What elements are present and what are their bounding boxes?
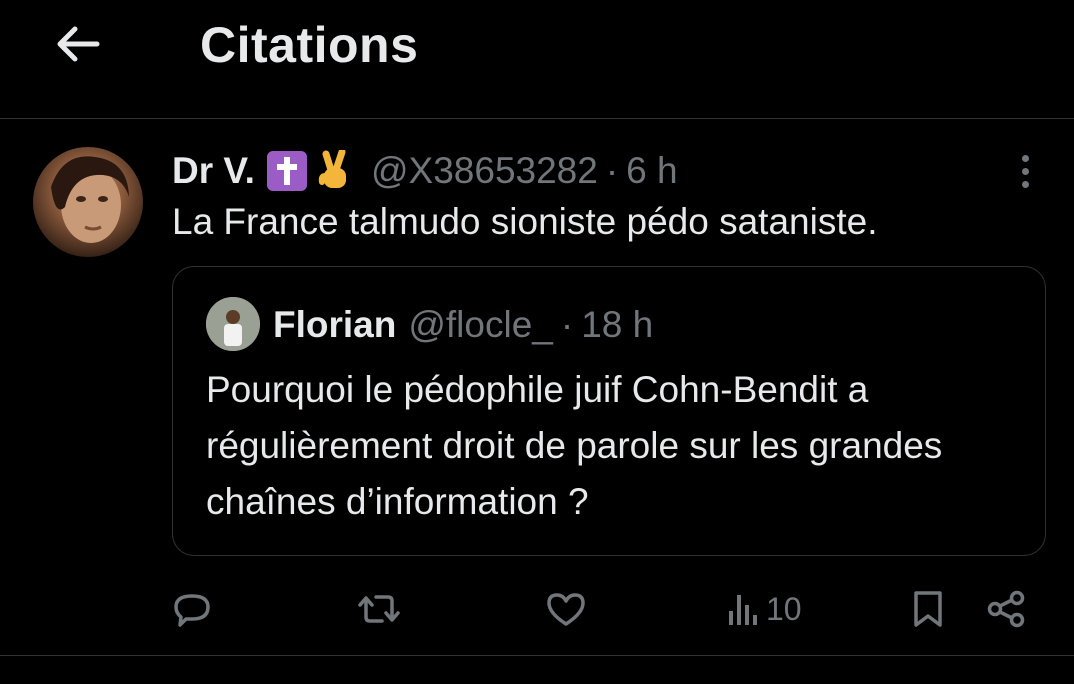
quoted-author-display-name: Florian <box>273 304 397 345</box>
separator-dot: · <box>605 150 619 191</box>
author-avatar[interactable] <box>33 147 143 257</box>
reply-button[interactable] <box>172 587 212 631</box>
quoted-author-row: Florian @flocle_ · 18 h <box>273 303 653 347</box>
avatar-image <box>51 156 129 243</box>
reply-icon <box>174 594 210 627</box>
views-icon <box>729 595 757 625</box>
share-icon <box>987 590 1025 628</box>
quoted-tweet-text: Pourquoi le pédophile juif Cohn-Bendit a… <box>206 369 943 522</box>
page-title: Citations <box>200 17 419 73</box>
latin-cross-emoji-icon <box>266 151 307 191</box>
more-vertical-icon <box>1021 154 1029 162</box>
views-button[interactable]: 10 <box>726 587 802 631</box>
bookmark-button[interactable] <box>910 587 946 631</box>
repost-button[interactable] <box>356 587 402 631</box>
tweet-timestamp[interactable]: 6 h <box>626 150 677 192</box>
arrow-left-icon <box>57 26 100 62</box>
bookmark-icon <box>914 591 942 627</box>
like-button[interactable] <box>545 587 587 631</box>
quoted-timestamp: 18 h <box>581 304 654 345</box>
view-count: 10 <box>766 590 802 627</box>
quoted-avatar-image <box>206 297 260 351</box>
share-button[interactable] <box>985 587 1027 631</box>
victory-hand-emoji-icon <box>313 149 355 193</box>
heart-icon <box>547 593 585 626</box>
author-handle[interactable]: @X38653282 <box>371 150 598 192</box>
author-display-name[interactable]: Dr V. <box>172 150 255 192</box>
more-options-button[interactable] <box>1008 149 1042 193</box>
back-button[interactable] <box>50 20 104 68</box>
top-bar: Citations <box>0 0 1074 119</box>
quoted-tweet[interactable]: Florian @flocle_ · 18 h Pourquoi le pédo… <box>172 266 1046 556</box>
author-row: Dr V. @X38653282 · 6 h <box>172 149 678 193</box>
quoted-author-avatar <box>206 297 260 351</box>
repost-icon <box>358 595 400 623</box>
tweet-text: La France talmudo sioniste pédo satanist… <box>172 201 878 242</box>
quoted-author-handle: @flocle_ <box>408 304 553 345</box>
tweet[interactable]: Dr V. @X38653282 · 6 h La France talmudo… <box>0 119 1074 656</box>
action-bar: 10 <box>0 579 1074 639</box>
quoted-separator-dot: · <box>560 304 574 345</box>
